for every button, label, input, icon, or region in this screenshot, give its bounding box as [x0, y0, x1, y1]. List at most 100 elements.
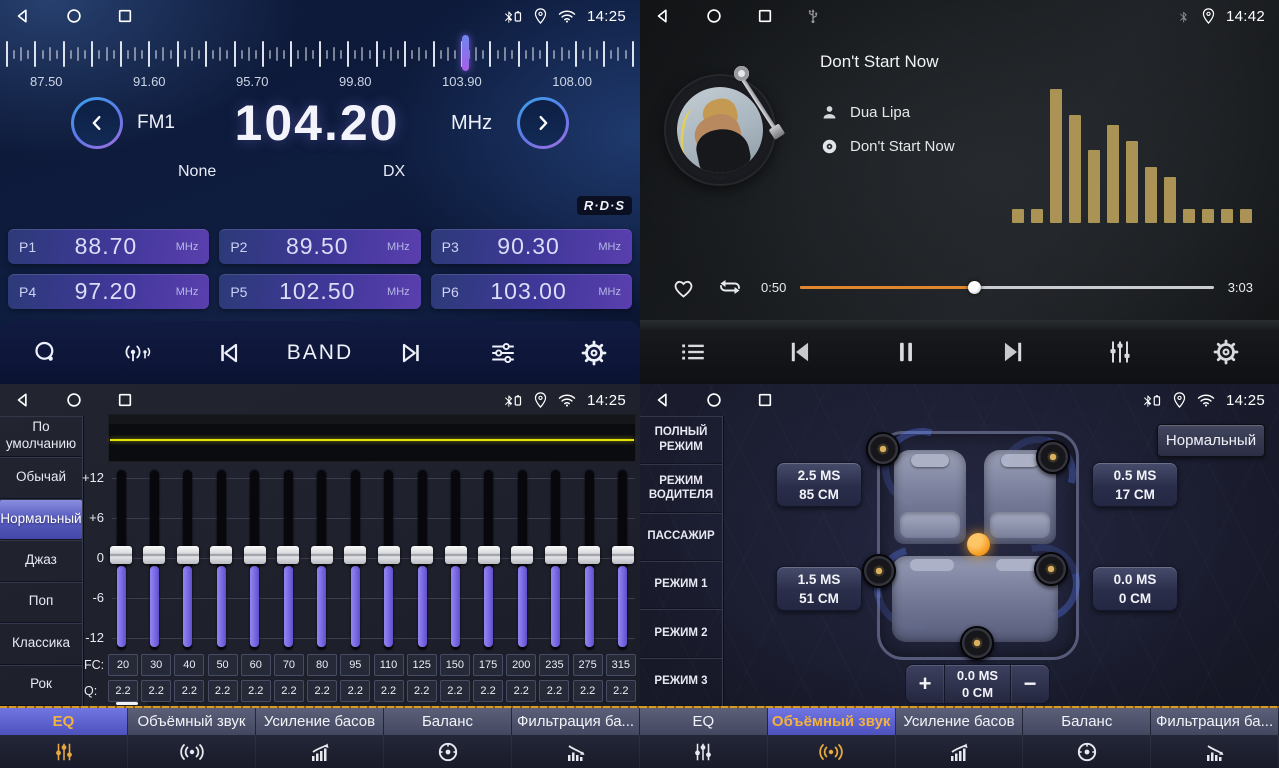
listening-mode-item[interactable]: РЕЖИМ 2 — [640, 609, 722, 657]
next-icon[interactable] — [998, 338, 1028, 366]
recents-icon[interactable] — [756, 7, 774, 25]
broadcast-icon[interactable] — [109, 330, 165, 376]
preset-button[interactable]: P390.30MHz — [431, 229, 632, 264]
eq-band-slider[interactable] — [610, 470, 636, 652]
back-icon[interactable] — [14, 7, 32, 25]
fc-value[interactable]: 70 — [274, 654, 304, 676]
recents-icon[interactable] — [116, 391, 134, 409]
increase-button[interactable]: + — [906, 665, 944, 703]
eq-band-slider[interactable] — [342, 470, 368, 652]
recents-icon[interactable] — [756, 391, 774, 409]
fc-value[interactable]: 200 — [506, 654, 536, 676]
q-value[interactable]: 2.2 — [539, 680, 569, 702]
slider-thumb[interactable] — [612, 546, 634, 564]
eq-band-slider[interactable] — [576, 470, 602, 652]
slider-thumb[interactable] — [511, 546, 533, 564]
eq-band-slider[interactable] — [409, 470, 435, 652]
q-value[interactable]: 2.2 — [174, 680, 204, 702]
q-value[interactable]: 2.2 — [340, 680, 370, 702]
fc-value[interactable]: 150 — [440, 654, 470, 676]
slider-thumb[interactable] — [177, 546, 199, 564]
recents-icon[interactable] — [116, 7, 134, 25]
eq-preset-item[interactable]: Рок — [0, 665, 82, 706]
eq-preset-item[interactable]: Классика — [0, 623, 82, 664]
q-value[interactable]: 2.2 — [473, 680, 503, 702]
fc-value[interactable]: 95 — [340, 654, 370, 676]
q-value[interactable]: 2.2 — [407, 680, 437, 702]
preset-button[interactable]: P5102.50MHz — [219, 274, 420, 309]
fc-value[interactable]: 60 — [241, 654, 271, 676]
tab-band-filter[interactable]: Фильтрация ба... — [512, 708, 640, 735]
eq-settings-icon[interactable] — [475, 330, 531, 376]
listening-mode-item[interactable]: РЕЖИМ 1 — [640, 561, 722, 609]
frequency-dial[interactable]: 87.5091.6095.7099.80103.90108.00 — [0, 34, 640, 88]
home-icon[interactable] — [705, 391, 723, 409]
tab-surround-sound[interactable]: Объёмный звук — [128, 708, 256, 735]
tab-bass-boost[interactable]: Усиление басов — [896, 708, 1024, 735]
slider-thumb[interactable] — [545, 546, 567, 564]
fc-value[interactable]: 110 — [374, 654, 404, 676]
listener-position[interactable] — [967, 533, 990, 556]
tab-surround-sound-icon[interactable] — [128, 735, 256, 768]
back-icon[interactable] — [14, 391, 32, 409]
slider-thumb[interactable] — [110, 546, 132, 564]
eq-preset-item[interactable]: По умолчанию — [0, 416, 82, 457]
tab-eq[interactable]: EQ — [640, 708, 768, 735]
fc-value[interactable]: 30 — [141, 654, 171, 676]
q-value[interactable]: 2.2 — [506, 680, 536, 702]
eq-band-slider[interactable] — [376, 470, 402, 652]
tab-eq-icon[interactable] — [640, 735, 768, 768]
eq-settings-icon[interactable] — [1106, 338, 1134, 366]
rear-right-delay-button[interactable]: 0.0 MS0 CM — [1092, 566, 1178, 611]
rear-left-delay-button[interactable]: 1.5 MS51 CM — [776, 566, 862, 611]
surround-preset-button[interactable]: Нормальный — [1157, 424, 1265, 457]
eq-band-slider[interactable] — [108, 470, 134, 652]
tab-eq[interactable]: EQ — [0, 708, 128, 735]
q-value[interactable]: 2.2 — [208, 680, 238, 702]
scan-icon[interactable] — [18, 330, 74, 376]
slider-thumb[interactable] — [578, 546, 600, 564]
tune-up-button[interactable] — [517, 97, 569, 149]
tab-eq-icon[interactable] — [0, 735, 128, 768]
q-value[interactable]: 2.2 — [606, 680, 636, 702]
repeat-icon[interactable] — [715, 275, 745, 299]
tab-balance-icon[interactable] — [1023, 735, 1151, 768]
slider-thumb[interactable] — [411, 546, 433, 564]
rear-left-speaker[interactable] — [862, 554, 896, 588]
seek-thumb[interactable] — [968, 281, 981, 294]
back-icon[interactable] — [654, 391, 672, 409]
tab-balance-icon[interactable] — [384, 735, 512, 768]
tab-band-filter[interactable]: Фильтрация ба... — [1151, 708, 1279, 735]
eq-band-slider[interactable] — [309, 470, 335, 652]
home-icon[interactable] — [705, 7, 723, 25]
settings-gear-icon[interactable] — [1212, 338, 1240, 366]
slider-thumb[interactable] — [344, 546, 366, 564]
rear-right-speaker[interactable] — [1034, 552, 1068, 586]
home-icon[interactable] — [65, 7, 83, 25]
eq-band-slider[interactable] — [543, 470, 569, 652]
eq-band-slider[interactable] — [476, 470, 502, 652]
fc-value[interactable]: 315 — [606, 654, 636, 676]
tab-bass-boost[interactable]: Усиление басов — [256, 708, 384, 735]
fc-value[interactable]: 125 — [407, 654, 437, 676]
settings-gear-icon[interactable] — [566, 330, 622, 376]
q-value[interactable]: 2.2 — [108, 680, 138, 702]
next-icon[interactable] — [383, 330, 439, 376]
home-icon[interactable] — [65, 391, 83, 409]
eq-band-slider[interactable] — [175, 470, 201, 652]
slider-thumb[interactable] — [143, 546, 165, 564]
preset-button[interactable]: P497.20MHz — [8, 274, 209, 309]
q-value[interactable]: 2.2 — [241, 680, 271, 702]
eq-band-slider[interactable] — [141, 470, 167, 652]
center-speaker[interactable] — [960, 626, 994, 660]
eq-band-slider[interactable] — [509, 470, 535, 652]
tab-surround-sound-icon[interactable] — [768, 735, 896, 768]
tab-surround-sound[interactable]: Объёмный звук — [768, 708, 896, 735]
eq-preset-item[interactable]: Поп — [0, 582, 82, 623]
q-value[interactable]: 2.2 — [307, 680, 337, 702]
fc-value[interactable]: 40 — [174, 654, 204, 676]
preset-button[interactable]: P188.70MHz — [8, 229, 209, 264]
fc-value[interactable]: 80 — [307, 654, 337, 676]
fc-value[interactable]: 50 — [208, 654, 238, 676]
seek-bar[interactable] — [800, 280, 1213, 294]
